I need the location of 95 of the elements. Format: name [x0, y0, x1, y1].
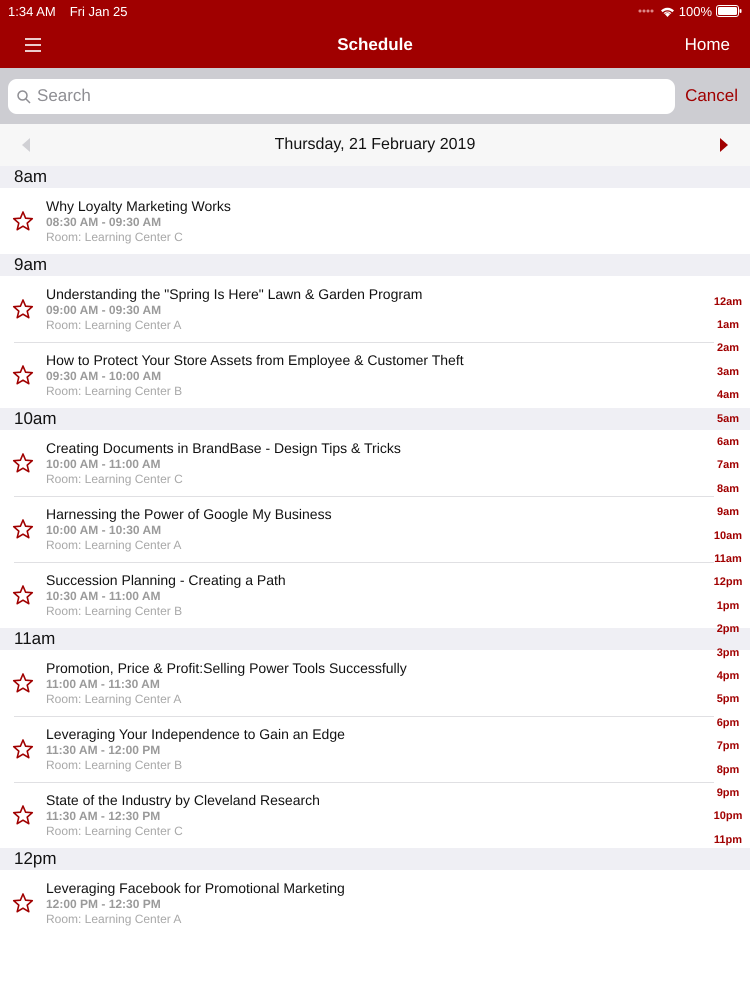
hour-index-item[interactable]: 1pm	[716, 594, 740, 618]
home-button[interactable]: Home	[684, 35, 730, 55]
session-title: Leveraging Facebook for Promotional Marketing	[46, 880, 345, 896]
favorite-button[interactable]	[12, 672, 34, 694]
session-room: Room: Learning Center A	[46, 318, 182, 332]
section-hour-header: 11am	[14, 629, 56, 649]
hour-index-item[interactable]: 10am	[714, 524, 742, 548]
session-room: Room: Learning Center C	[46, 230, 183, 244]
session-title: Leveraging Your Independence to Gain an Edge	[46, 726, 345, 742]
session-room: Room: Learning Center B	[46, 604, 182, 618]
hour-index-item[interactable]: 3pm	[716, 640, 740, 664]
favorite-button[interactable]	[12, 804, 34, 826]
hour-index-item[interactable]: 5am	[716, 406, 740, 430]
session-title: Succession Planning - Creating a Path	[46, 572, 286, 588]
screen-title: Schedule	[337, 35, 413, 54]
section-hour-header: 12pm	[14, 849, 57, 869]
hour-index-item[interactable]: 11pm	[714, 828, 742, 852]
favorite-button[interactable]	[12, 584, 34, 606]
hour-index-item[interactable]: 8pm	[716, 758, 740, 782]
hour-index-item[interactable]: 4am	[716, 384, 740, 407]
star-icon	[12, 672, 34, 694]
status-time: 1:34 AM	[8, 4, 56, 18]
favorite-button[interactable]	[12, 518, 34, 540]
hour-index-item[interactable]: 12am	[714, 290, 742, 314]
star-icon	[12, 892, 34, 914]
hour-index-item[interactable]: 7pm	[716, 734, 740, 758]
hour-index-item[interactable]: 10pm	[714, 804, 742, 828]
session-room: Room: Learning Center A	[46, 692, 182, 706]
menu-button[interactable]	[22, 36, 44, 54]
session-time: 08:30 AM - 09:30 AM	[46, 214, 162, 230]
cancel-button[interactable]: Cancel	[685, 86, 742, 106]
session-room: Room: Learning Center C	[46, 472, 183, 486]
hour-index-item[interactable]: 7am	[716, 454, 740, 478]
session-room: Room: Learning Center A	[46, 912, 182, 926]
session-title: Why Loyalty Marketing Works	[46, 198, 231, 214]
signal-icon	[638, 9, 656, 13]
hour-index-item[interactable]: 9am	[716, 500, 740, 524]
hour-index-item[interactable]: 2pm	[716, 617, 740, 641]
session-time: 09:30 AM - 10:00 AM	[46, 368, 162, 384]
hour-index-item[interactable]: 9pm	[716, 781, 740, 805]
section-hour-header: 8am	[14, 167, 48, 187]
favorite-button[interactable]	[12, 452, 34, 474]
hour-index-item[interactable]: 6am	[716, 430, 740, 454]
favorite-button[interactable]	[12, 298, 34, 320]
status-date: Fri Jan 25	[70, 4, 128, 18]
session-time: 11:30 AM - 12:30 PM	[46, 808, 160, 824]
battery-percent: 100%	[678, 4, 712, 18]
favorite-button[interactable]	[12, 210, 34, 232]
section-hour-header: 10am	[14, 409, 57, 429]
hour-index-item[interactable]: 11am	[714, 547, 742, 571]
session-room: Room: Learning Center B	[46, 384, 182, 398]
session-time: 12:00 PM - 12:30 PM	[46, 896, 161, 912]
star-icon	[12, 804, 34, 826]
search-field[interactable]: Search	[8, 78, 676, 114]
session-room: Room: Learning Center A	[46, 538, 182, 552]
session-room: Room: Learning Center C	[46, 824, 183, 838]
favorite-button[interactable]	[12, 892, 34, 914]
schedule-date: Thursday, 21 February 2019	[274, 136, 476, 154]
session-time: 09:00 AM - 09:30 AM	[46, 302, 162, 318]
star-icon	[12, 298, 34, 320]
session-time: 10:30 AM - 11:00 AM	[46, 588, 160, 604]
session-title: Understanding the "Spring Is Here" Lawn & Garden Program	[46, 286, 422, 302]
section-hour-header: 9am	[14, 255, 48, 275]
session-time: 11:00 AM - 11:30 AM	[46, 676, 160, 692]
session-time: 10:00 AM - 11:00 AM	[46, 456, 160, 472]
session-title: Creating Documents in BrandBase - Design Tips & Tricks	[46, 440, 401, 456]
left-triangle-icon	[22, 138, 30, 152]
star-icon	[12, 738, 34, 760]
hour-index-item[interactable]: 4pm	[716, 664, 740, 688]
star-icon	[12, 452, 34, 474]
star-icon	[12, 518, 34, 540]
star-icon	[12, 210, 34, 232]
hour-index-item[interactable]: 3am	[716, 360, 740, 384]
hour-index-item[interactable]: 8am	[716, 477, 740, 501]
favorite-button[interactable]	[12, 364, 34, 386]
session-title: How to Protect Your Store Assets from Employee & Customer Theft	[46, 352, 464, 368]
right-triangle-icon	[720, 138, 728, 152]
battery-icon	[716, 5, 742, 17]
star-icon	[12, 364, 34, 386]
session-time: 10:00 AM - 10:30 AM	[46, 522, 162, 538]
hour-index-item[interactable]: 6pm	[716, 711, 740, 734]
next-day-button[interactable]	[718, 136, 730, 154]
hour-index-item[interactable]: 12pm	[714, 570, 742, 594]
session-time: 11:30 AM - 12:00 PM	[46, 742, 160, 758]
favorite-button[interactable]	[12, 738, 34, 760]
session-title: Harnessing the Power of Google My Business	[46, 506, 332, 522]
session-title: Promotion, Price & Profit:Selling Power Tools Successfully	[46, 660, 407, 676]
hour-index-item[interactable]: 1am	[716, 313, 740, 337]
session-room: Room: Learning Center B	[46, 758, 182, 772]
hour-index-item[interactable]: 5pm	[716, 688, 740, 712]
wifi-icon	[660, 6, 675, 16]
hour-index-item[interactable]: 2am	[716, 336, 740, 360]
star-icon	[12, 584, 34, 606]
menu-icon	[22, 36, 44, 54]
session-title: State of the Industry by Cleveland Research	[46, 792, 320, 808]
